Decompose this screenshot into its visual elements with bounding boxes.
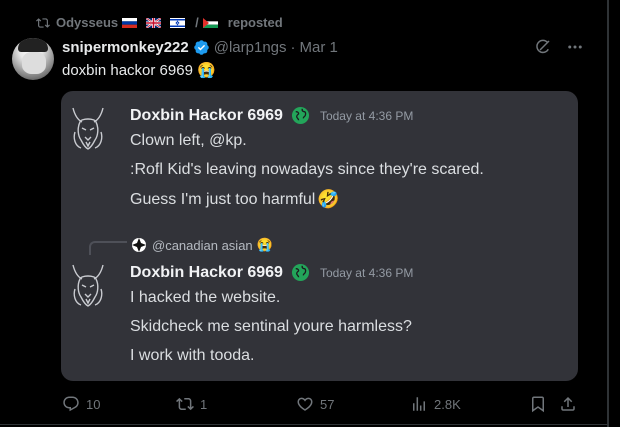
tweet-text: doxbin hackor 6969 😭 [62,61,216,80]
avatar-hat [18,38,48,52]
bookmark-icon[interactable] [529,395,547,413]
message-1-line-2: :Rofl Kid's leaving nowadays since they'… [130,161,484,178]
uk-flag-icon [146,17,162,28]
repost-icon [36,17,50,28]
flag-separator: / [195,15,199,30]
rofl-emoji-icon: 🤣 [317,189,340,209]
tweet-body: doxbin hackor 6969 [62,61,193,79]
header-icons [534,38,584,56]
flag-group: / [122,15,224,30]
repost-header[interactable]: Odysseus / reposted [36,15,283,30]
message-1-line-3: Guess I'm just too harmful 🤣 [130,189,340,210]
column-divider [607,0,609,427]
globe-icon [291,263,310,282]
reply-button[interactable]: 10 [62,395,100,413]
repost-label: reposted [227,15,283,30]
avatar-face [22,52,46,74]
grok-icon[interactable] [534,38,552,56]
reply-to-user: @canadian asian [152,237,253,253]
il-flag-icon [170,17,186,28]
message-1-author: Doxbin Hackor 6969 [130,106,283,124]
reposter-name[interactable]: Odysseus [56,15,118,30]
message-1-header: Doxbin Hackor 6969 Today at 4:36 PM [130,106,413,125]
author-name[interactable]: snipermonkey222 [62,39,189,56]
reply-count: 10 [86,396,101,412]
author-avatar[interactable] [12,38,54,80]
post-date[interactable]: Mar 1 [300,39,338,56]
post-divider [0,424,608,425]
message-2-author: Doxbin Hackor 6969 [130,263,283,281]
views-button[interactable]: 2.8K [410,395,461,413]
action-bar: 10 1 57 2.8K [0,395,608,415]
reply-icon [63,396,79,412]
header-dot: · [290,39,296,56]
attached-image[interactable]: Doxbin Hackor 6969 Today at 4:36 PM Clow… [61,91,578,381]
demon-avatar-icon [72,107,104,150]
share-icon[interactable] [559,395,577,413]
verified-badge-icon [193,40,209,55]
repost-action-icon [176,397,194,411]
message-2-time: Today at 4:36 PM [319,265,414,280]
globe-icon [291,106,310,125]
views-chart-icon [413,397,425,411]
views-count: 2.8K [434,396,461,412]
message-2-line-1: I hacked the website. [130,289,281,306]
repost-count: 1 [200,396,208,412]
crying-emoji-icon: 😭 [196,62,216,79]
tweet-header: snipermonkey222 @larp1ngs · Mar 1 [62,39,338,56]
reply-crying-emoji-icon: 😭 [256,237,273,252]
author-handle[interactable]: @larp1ngs [214,39,287,56]
reply-reference: @canadian asian 😭 [131,237,273,253]
message-1-line-1: Clown left, @kp. [130,132,247,149]
heart-icon [297,397,313,411]
message-1-line-3-text: Guess I'm just too harmful [130,190,316,208]
reply-connector [89,241,127,255]
like-button[interactable]: 57 [296,395,334,413]
ps-flag-icon [202,17,218,28]
more-options-icon[interactable] [566,38,584,56]
message-2-header: Doxbin Hackor 6969 Today at 4:36 PM [130,263,413,282]
message-2-line-3: I work with tooda. [130,347,255,364]
message-2-line-2: Skidcheck me sentinal youre harmless? [130,318,412,335]
message-1-time: Today at 4:36 PM [319,108,414,123]
reply-avatar-icon [132,238,146,252]
demon-avatar-icon [72,264,104,307]
ru-flag-icon [122,17,138,28]
like-count: 57 [320,396,335,412]
repost-button[interactable]: 1 [176,395,207,413]
